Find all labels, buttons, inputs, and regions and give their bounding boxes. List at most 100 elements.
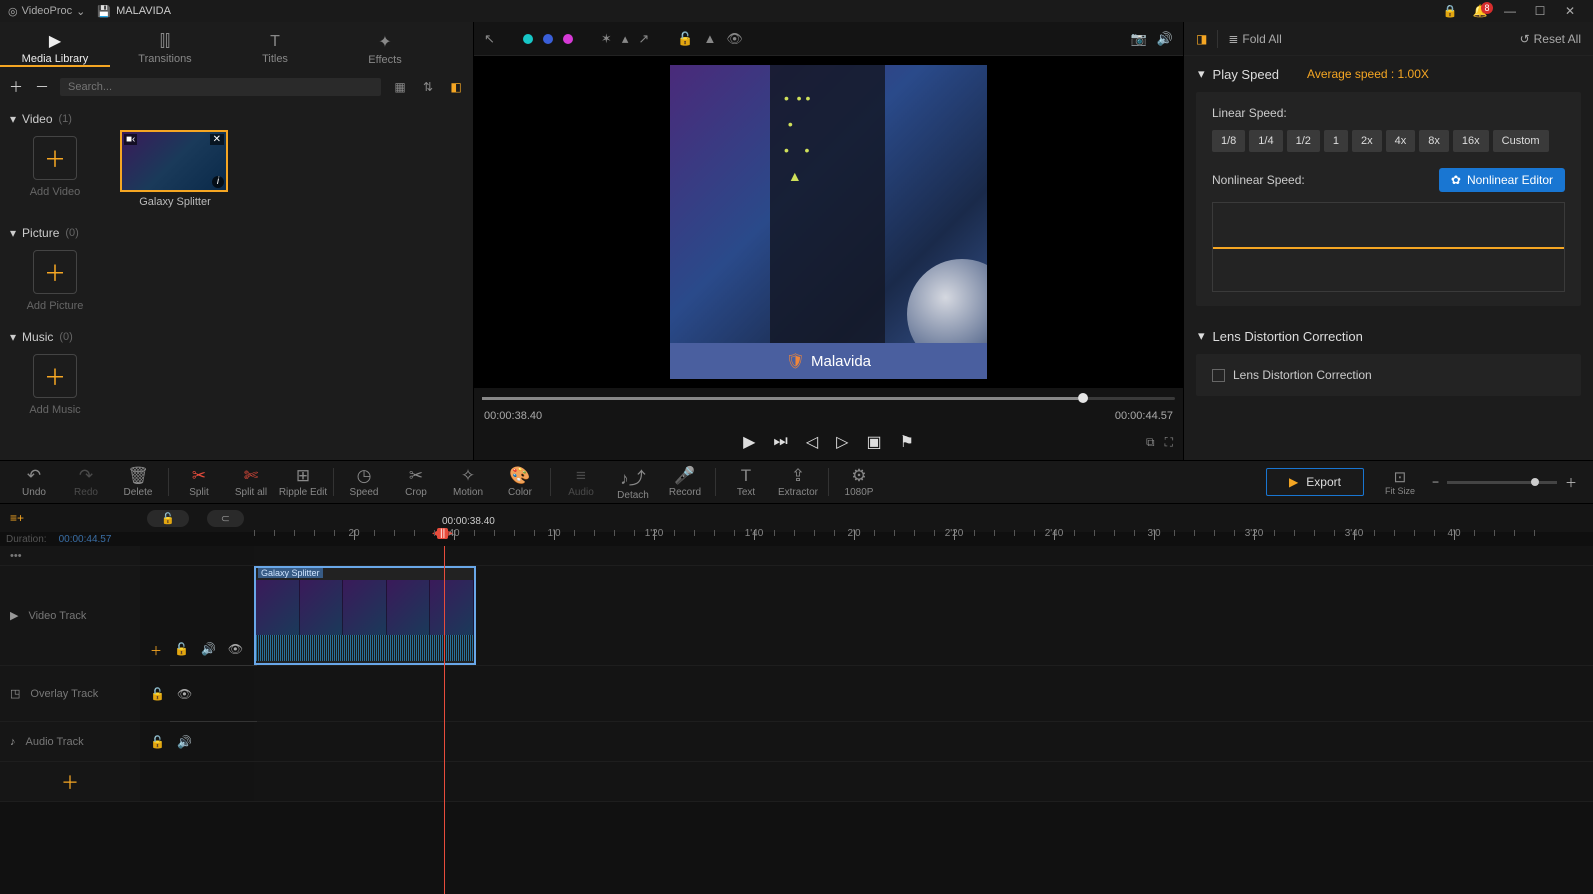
view-panel-icon[interactable]: ◧ bbox=[447, 80, 465, 94]
crop-button[interactable]: ✂Crop bbox=[390, 466, 442, 498]
track-lock-icon[interactable]: 🔓 bbox=[150, 687, 165, 701]
track-lock-icon[interactable]: 🔓 bbox=[150, 735, 165, 749]
split-button[interactable]: ✂Split bbox=[173, 466, 225, 498]
undo-button[interactable]: ↶Undo bbox=[8, 466, 60, 498]
redo-button[interactable]: ↷Redo bbox=[60, 466, 112, 498]
speed-option-1-8[interactable]: 1/8 bbox=[1212, 130, 1245, 152]
marker-blue[interactable] bbox=[543, 34, 553, 44]
speed-option-1-4[interactable]: 1/4 bbox=[1249, 130, 1282, 152]
next-frame-button[interactable]: ⏭ bbox=[773, 433, 787, 451]
add-video-tile[interactable]: ＋ Add Video bbox=[10, 130, 100, 198]
panel-toggle-icon[interactable]: ◨ bbox=[1196, 32, 1207, 46]
overlay-track-header[interactable]: ◳Overlay Track bbox=[0, 666, 140, 721]
lock-icon[interactable]: 🔒 bbox=[1435, 0, 1465, 22]
track-lock-icon[interactable]: 🔓 bbox=[174, 642, 189, 659]
record-button[interactable]: 🎤Record bbox=[659, 466, 711, 498]
export-button[interactable]: ▶Export bbox=[1266, 468, 1364, 496]
prev-clip-button[interactable]: ◁ bbox=[806, 432, 818, 452]
tab-effects[interactable]: ✦Effects bbox=[330, 28, 440, 66]
zoom-in-button[interactable]: ＋ bbox=[1565, 474, 1577, 491]
split-all-button[interactable]: ✄Split all bbox=[225, 466, 277, 498]
project-title[interactable]: 💾 MALAVIDA bbox=[97, 5, 171, 18]
snapshot-icon[interactable]: 📷 bbox=[1131, 31, 1147, 47]
safe-zone-icon[interactable]: ▲ bbox=[703, 31, 716, 46]
clip-remove-icon[interactable]: ✕ bbox=[210, 134, 224, 145]
mute-icon[interactable]: 🔊 bbox=[1157, 31, 1173, 47]
audio-button[interactable]: ≡Audio bbox=[555, 466, 607, 498]
tab-media-library[interactable]: ▶Media Library bbox=[0, 27, 110, 67]
library-clip[interactable]: ■‹ ✕ i Galaxy Splitter bbox=[120, 130, 230, 208]
speed-option-Custom[interactable]: Custom bbox=[1493, 130, 1549, 152]
fold-all-button[interactable]: ≣Fold All bbox=[1228, 32, 1281, 46]
speed-option-2x[interactable]: 2x bbox=[1352, 130, 1382, 152]
delete-button[interactable]: 🗑Delete bbox=[112, 466, 164, 498]
add-music-tile[interactable]: ＋ Add Music bbox=[10, 348, 100, 416]
cursor-icon[interactable]: ↖ bbox=[484, 31, 495, 47]
marker-button[interactable]: ⚑ bbox=[900, 432, 914, 452]
speed-option-16x[interactable]: 16x bbox=[1453, 130, 1489, 152]
nonlinear-editor-button[interactable]: ✿Nonlinear Editor bbox=[1439, 168, 1565, 192]
view-sort-icon[interactable]: ⇅ bbox=[419, 80, 437, 94]
lock-icon[interactable]: 🔓 bbox=[677, 31, 693, 47]
section-picture-header[interactable]: ▾ Picture(0) bbox=[10, 226, 463, 240]
preview-canvas[interactable]: 🛡Malavida bbox=[670, 65, 987, 379]
preview-seekbar[interactable] bbox=[474, 388, 1183, 408]
color-button[interactable]: 🎨Color bbox=[494, 466, 546, 498]
track-mute-icon[interactable]: 🔊 bbox=[201, 642, 216, 659]
section-video-header[interactable]: ▾ Video(1) bbox=[10, 112, 463, 126]
add-picture-tile[interactable]: ＋ Add Picture bbox=[10, 244, 100, 312]
window-maximize[interactable]: ☐ bbox=[1525, 0, 1555, 22]
tab-transitions[interactable]: ⫿⫿Transitions bbox=[110, 29, 220, 65]
speed-graph[interactable] bbox=[1212, 202, 1565, 292]
track-lock-toggle[interactable]: 🔓 bbox=[147, 510, 189, 527]
section-play-speed[interactable]: ▾ Play SpeedAverage speed : 1.00X bbox=[1184, 56, 1593, 92]
ripple-edit-button[interactable]: ⊞Ripple Edit bbox=[277, 466, 329, 498]
play-button[interactable]: ▶ bbox=[743, 432, 755, 452]
reset-all-button[interactable]: ↺Reset All bbox=[1520, 32, 1581, 46]
marker-magenta[interactable] bbox=[563, 34, 573, 44]
loop-button[interactable]: ▣ bbox=[866, 432, 881, 452]
add-to-track-icon[interactable]: ＋ bbox=[150, 642, 162, 659]
snap-toggle[interactable]: ⊂ bbox=[207, 510, 244, 527]
video-track-header[interactable]: ▶Video Track bbox=[0, 566, 140, 665]
select-tool-icon[interactable]: ↗ bbox=[638, 31, 649, 47]
text-button[interactable]: TText bbox=[720, 466, 772, 498]
extractor-button[interactable]: ⇪Extractor bbox=[772, 466, 824, 498]
speed-button[interactable]: ◷Speed bbox=[338, 466, 390, 498]
section-music-header[interactable]: ▾ Music(0) bbox=[10, 330, 463, 344]
track-visibility-icon[interactable]: 👁 bbox=[228, 642, 243, 659]
track-add-icon[interactable]: ≡+ bbox=[10, 511, 24, 525]
detach-button[interactable]: ♪⤴Detach bbox=[607, 464, 659, 501]
speed-option-1[interactable]: 1 bbox=[1324, 130, 1348, 152]
fullscreen-icon[interactable]: ⛶ bbox=[1165, 435, 1173, 450]
tab-titles[interactable]: TTitles bbox=[220, 29, 330, 65]
app-logo[interactable]: ◎ VideoProc ⌄ bbox=[8, 5, 85, 18]
library-add-button[interactable]: ＋ bbox=[8, 77, 24, 97]
overlay-tool-icon[interactable]: ✶ bbox=[601, 31, 612, 47]
window-close[interactable]: ✕ bbox=[1555, 0, 1585, 22]
section-lens-distortion[interactable]: ▾ Lens Distortion Correction bbox=[1184, 318, 1593, 354]
lens-distortion-checkbox[interactable]: Lens Distortion Correction bbox=[1212, 368, 1565, 382]
track-menu-button[interactable]: ••• bbox=[0, 546, 140, 565]
track-visibility-icon[interactable]: 👁 bbox=[177, 687, 192, 701]
timeline-clip[interactable]: Galaxy Splitter bbox=[254, 566, 476, 665]
motion-button[interactable]: ✧Motion bbox=[442, 466, 494, 498]
library-remove-button[interactable]: － bbox=[34, 77, 50, 97]
library-search-input[interactable] bbox=[60, 78, 381, 96]
speed-option-4x[interactable]: 4x bbox=[1386, 130, 1416, 152]
notifications-button[interactable]: 🔔8 bbox=[1465, 0, 1495, 22]
pointer-tool-icon[interactable]: ▴ bbox=[622, 31, 629, 47]
audio-track-header[interactable]: ♪Audio Track bbox=[0, 722, 140, 761]
marker-cyan[interactable] bbox=[523, 34, 533, 44]
detach-preview-icon[interactable]: ⧉ bbox=[1146, 435, 1155, 450]
quality-button[interactable]: ⚙1080P bbox=[833, 466, 885, 498]
zoom-out-button[interactable]: − bbox=[1432, 475, 1439, 489]
fit-size-button[interactable]: ⊡Fit Size bbox=[1380, 468, 1420, 496]
clip-info-icon[interactable]: i bbox=[212, 176, 224, 188]
speed-option-1-2[interactable]: 1/2 bbox=[1287, 130, 1320, 152]
window-minimize[interactable]: — bbox=[1495, 0, 1525, 22]
zoom-slider[interactable] bbox=[1447, 481, 1557, 484]
add-track-button[interactable]: ＋ bbox=[0, 762, 140, 801]
visibility-icon[interactable]: 👁 bbox=[726, 31, 743, 47]
track-mute-icon[interactable]: 🔊 bbox=[177, 735, 192, 749]
